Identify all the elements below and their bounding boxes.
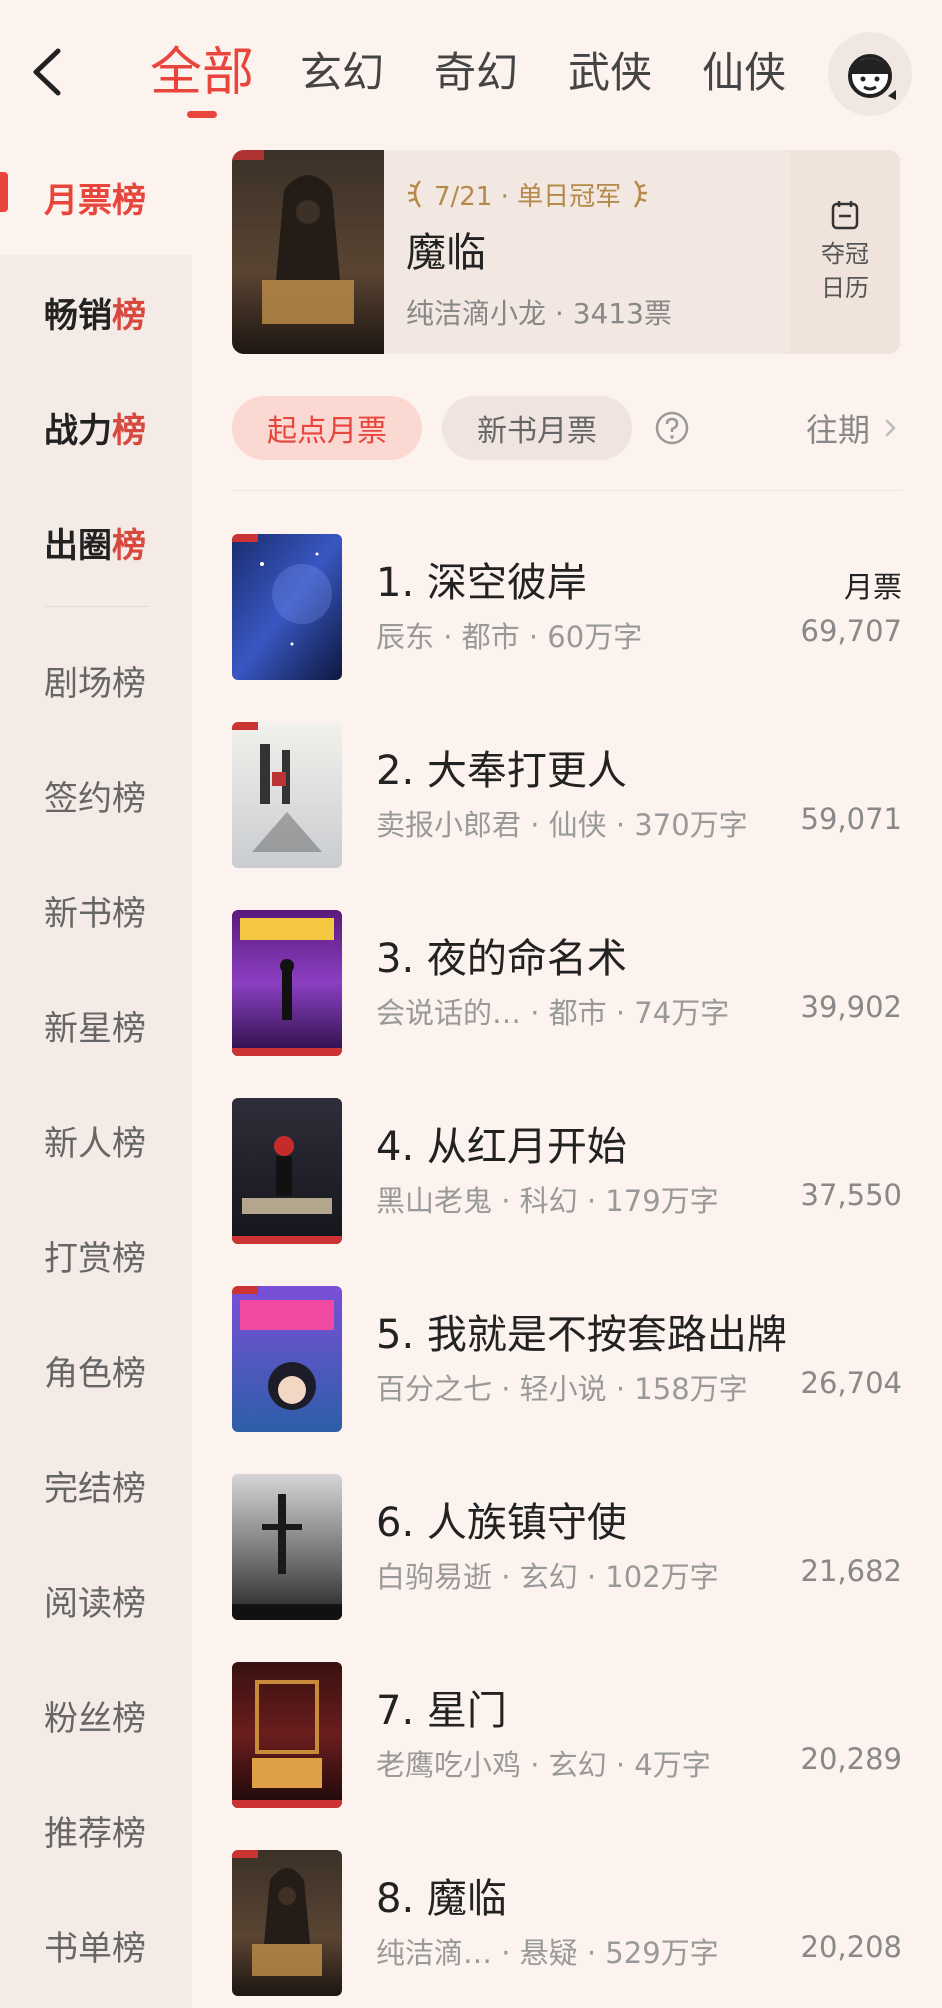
vote-count: 26,704 (800, 1366, 902, 1400)
list-item[interactable]: 8. 魔临 纯洁滴… · 悬疑 · 529万字 20,208 (232, 1850, 902, 2000)
daily-champion-banner[interactable]: 7/21 · 单日冠军 魔临 纯洁滴小龙 · 3413票 夺冠 日历 (232, 150, 900, 354)
sidebar-item-new-stars[interactable]: 新星榜 (0, 968, 192, 1083)
book-cover (232, 910, 342, 1056)
tab-all[interactable]: 全部 (150, 38, 254, 108)
vote-count: 37,550 (800, 1178, 902, 1212)
book-cover (232, 1662, 342, 1808)
book-title: 7. 星门 (376, 1688, 507, 1734)
laurel-left-icon (408, 180, 422, 208)
sidebar-divider (44, 606, 149, 607)
sidebar-item-reading[interactable]: 阅读榜 (0, 1543, 192, 1658)
book-cover (232, 722, 342, 868)
chevron-left-icon (33, 48, 61, 96)
book-title: 8. 魔临 (376, 1876, 507, 1922)
help-icon[interactable] (654, 410, 690, 446)
sidebar-item-booklists[interactable]: 书单榜 (0, 1888, 192, 2003)
vote-count: 20,289 (800, 1742, 902, 1776)
book-cover (232, 534, 342, 680)
list-item[interactable]: 4. 从红月开始 黑山老鬼 · 科幻 · 179万字 37,550 (232, 1098, 902, 1248)
sidebar-item-signed[interactable]: 签约榜 (0, 738, 192, 853)
list-item[interactable]: 3. 夜的命名术 会说话的… · 都市 · 74万字 39,902 (232, 910, 902, 1060)
sidebar-item-newcomers[interactable]: 新人榜 (0, 1083, 192, 1198)
laurel-right-icon (634, 180, 648, 208)
sidebar-item-monthly-votes[interactable]: 月票榜 (0, 140, 192, 255)
champion-book-meta: 纯洁滴小龙 · 3413票 (406, 297, 672, 330)
sidebar-item-bestseller[interactable]: 畅销榜 (0, 255, 192, 370)
top-nav-bar: 全部 玄幻 奇幻 武侠 仙侠 (0, 0, 942, 140)
sidebar-item-power[interactable]: 战力榜 (0, 370, 192, 485)
tab-qihuan[interactable]: 奇幻 (434, 38, 518, 108)
sidebar-item-characters[interactable]: 角色榜 (0, 1313, 192, 1428)
book-meta: 辰东 · 都市 · 60万字 (376, 620, 643, 654)
book-cover (232, 1850, 342, 1996)
user-avatar-icon (848, 54, 896, 100)
book-cover (232, 1098, 342, 1244)
sidebar-item-fans[interactable]: 粉丝榜 (0, 1658, 192, 1773)
book-meta: 黑山老鬼 · 科幻 · 179万字 (376, 1184, 719, 1218)
book-meta: 老鹰吃小鸡 · 玄幻 · 4万字 (376, 1748, 711, 1782)
book-title: 3. 夜的命名术 (376, 936, 627, 982)
list-item[interactable]: 2. 大奉打更人 卖报小郎君 · 仙侠 · 370万字 59,071 (232, 722, 902, 872)
calendar-icon (831, 201, 859, 230)
list-item[interactable]: 7. 星门 老鹰吃小鸡 · 玄幻 · 4万字 20,289 (232, 1662, 902, 1812)
book-title: 1. 深空彼岸 (376, 560, 587, 606)
divider (232, 490, 902, 491)
book-meta: 卖报小郎君 · 仙侠 · 370万字 (376, 808, 748, 842)
filter-bar: 起点月票 新书月票 往期 (232, 396, 902, 460)
qidian-monthly-votes-chip[interactable]: 起点月票 (232, 396, 422, 460)
list-item[interactable]: 5. 我就是不按套路出牌 百分之七 · 轻小说 · 158万字 26,704 (232, 1286, 902, 1436)
champion-book-title: 魔临 (406, 230, 486, 276)
tab-xianxia[interactable]: 仙侠 (702, 38, 786, 108)
sidebar-item-breakout[interactable]: 出圈榜 (0, 485, 192, 600)
vote-count: 69,707 (800, 614, 902, 648)
vote-count: 39,902 (800, 990, 902, 1024)
book-meta: 百分之七 · 轻小说 · 158万字 (376, 1372, 748, 1406)
champion-calendar-button[interactable]: 夺冠 日历 (790, 150, 900, 354)
book-cover (232, 150, 384, 354)
vote-count: 59,071 (800, 802, 902, 836)
back-button[interactable] (22, 42, 72, 102)
list-item[interactable]: 6. 人族镇守使 白驹易逝 · 玄幻 · 102万字 21,682 (232, 1474, 902, 1624)
tab-xuanhuan[interactable]: 玄幻 (300, 38, 384, 108)
category-tabs: 全部 玄幻 奇幻 武侠 仙侠 (150, 38, 836, 118)
votes-header: 月票 (843, 570, 902, 604)
history-link[interactable]: 往期 (806, 396, 902, 460)
new-book-monthly-votes-chip[interactable]: 新书月票 (442, 396, 632, 460)
sidebar-item-new-books[interactable]: 新书榜 (0, 853, 192, 968)
book-title: 4. 从红月开始 (376, 1124, 627, 1170)
vote-count: 21,682 (800, 1554, 902, 1588)
book-meta: 纯洁滴… · 悬疑 · 529万字 (376, 1936, 719, 1970)
ranking-sidebar: 月票榜 畅销榜 战力榜 出圈榜 剧场榜 签约榜 新书榜 新星榜 新人榜 打赏榜 … (0, 140, 192, 2008)
avatar[interactable] (828, 32, 912, 116)
sidebar-item-recommended[interactable]: 推荐榜 (0, 1773, 192, 1888)
book-title: 5. 我就是不按套路出牌 (376, 1312, 787, 1358)
book-title: 2. 大奉打更人 (376, 748, 627, 794)
vote-count: 20,208 (800, 1930, 902, 1964)
tab-wuxia[interactable]: 武侠 (568, 38, 652, 108)
sidebar-item-rewards[interactable]: 打赏榜 (0, 1198, 192, 1313)
chevron-right-icon (885, 419, 896, 437)
sidebar-item-theater[interactable]: 剧场榜 (0, 623, 192, 738)
book-cover (232, 1474, 342, 1620)
champion-badge: 7/21 · 单日冠军 (406, 176, 672, 212)
book-meta: 白驹易逝 · 玄幻 · 102万字 (376, 1560, 719, 1594)
list-item[interactable]: 1. 深空彼岸 月票 辰东 · 都市 · 60万字 69,707 (232, 534, 902, 684)
book-title: 6. 人族镇守使 (376, 1500, 627, 1546)
book-meta: 会说话的… · 都市 · 74万字 (376, 996, 730, 1030)
sidebar-item-completed[interactable]: 完结榜 (0, 1428, 192, 1543)
book-cover (232, 1286, 342, 1432)
